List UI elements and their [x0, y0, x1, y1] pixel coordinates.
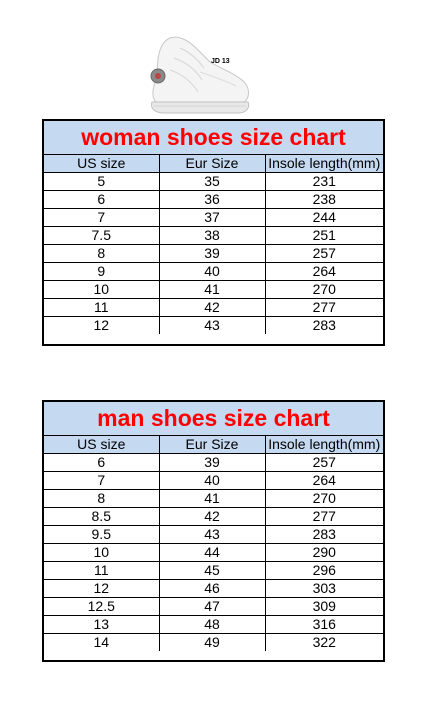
table-row: 8.5 42 277	[44, 507, 383, 526]
us-size-cell: 7.5	[44, 226, 160, 245]
eur-size-cell: 48	[158, 615, 266, 634]
man-size-table: US size Eur Size Insole length(mm) 6 39 25…	[44, 436, 383, 651]
eur-size-cell: 44	[158, 543, 266, 562]
insole-length-cell: 270	[264, 280, 383, 299]
table-row: 11 42 277	[44, 298, 383, 317]
us-size-cell: 11	[44, 561, 160, 580]
eur-size-cell: 45	[158, 561, 266, 580]
header-eur-size: Eur Size	[158, 155, 266, 173]
eur-size-cell: 37	[158, 208, 266, 227]
insole-length-cell: 309	[264, 597, 383, 616]
eur-size-cell: 39	[158, 453, 266, 472]
us-size-cell: 11	[44, 298, 160, 317]
eur-size-cell: 40	[158, 471, 266, 490]
us-size-cell: 14	[44, 633, 160, 651]
eur-size-cell: 36	[158, 190, 266, 209]
insole-length-cell: 244	[264, 208, 383, 227]
sneaker-icon	[150, 36, 250, 114]
us-size-cell: 9	[44, 262, 160, 281]
table-row: 5 35 231	[44, 172, 383, 191]
table-row: 12 43 283	[44, 316, 383, 334]
table-row: 10 41 270	[44, 280, 383, 299]
us-size-cell: 12	[44, 316, 160, 334]
header-insole-length: Insole length(mm)	[264, 155, 383, 173]
eur-size-cell: 35	[158, 172, 266, 191]
us-size-cell: 6	[44, 453, 160, 472]
table-row: 7 37 244	[44, 208, 383, 227]
table-row: 6 39 257	[44, 453, 383, 472]
table-header-row: US size Eur Size Insole length(mm)	[44, 436, 383, 454]
insole-length-cell: 290	[264, 543, 383, 562]
insole-length-cell: 257	[264, 244, 383, 263]
us-size-cell: 12	[44, 579, 160, 598]
insole-length-cell: 277	[264, 507, 383, 526]
table-row: 7 40 264	[44, 471, 383, 490]
us-size-cell: 8.5	[44, 507, 160, 526]
table-row: 9.5 43 283	[44, 525, 383, 544]
woman-chart-title: woman shoes size chart	[44, 121, 383, 155]
insole-length-cell: 231	[264, 172, 383, 191]
man-size-chart: man shoes size chart US size Eur Size In…	[42, 400, 385, 662]
woman-size-table: US size Eur Size Insole length(mm) 5 35 23…	[44, 155, 383, 334]
insole-length-cell: 296	[264, 561, 383, 580]
eur-size-cell: 42	[158, 298, 266, 317]
insole-length-cell: 257	[264, 453, 383, 472]
table-row: 11 45 296	[44, 561, 383, 580]
us-size-cell: 9.5	[44, 525, 160, 544]
us-size-cell: 10	[44, 280, 160, 299]
us-size-cell: 6	[44, 190, 160, 209]
insole-length-cell: 264	[264, 471, 383, 490]
eur-size-cell: 49	[158, 633, 266, 651]
table-row: 10 44 290	[44, 543, 383, 562]
table-row: 9 40 264	[44, 262, 383, 281]
insole-length-cell: 303	[264, 579, 383, 598]
insole-length-cell: 251	[264, 226, 383, 245]
shoe-product-image	[140, 28, 258, 116]
table-header-row: US size Eur Size Insole length(mm)	[44, 155, 383, 173]
shoe-model-label: JD 13	[211, 58, 230, 65]
insole-length-cell: 283	[264, 316, 383, 334]
eur-size-cell: 43	[158, 316, 266, 334]
us-size-cell: 10	[44, 543, 160, 562]
header-us-size: US size	[44, 155, 160, 173]
table-row: 6 36 238	[44, 190, 383, 209]
insole-length-cell: 238	[264, 190, 383, 209]
table-row: 8 39 257	[44, 244, 383, 263]
table-row: 7.5 38 251	[44, 226, 383, 245]
eur-size-cell: 42	[158, 507, 266, 526]
header-eur-size: Eur Size	[158, 436, 266, 454]
us-size-cell: 7	[44, 471, 160, 490]
us-size-cell: 13	[44, 615, 160, 634]
eur-size-cell: 43	[158, 525, 266, 544]
us-size-cell: 5	[44, 172, 160, 191]
insole-length-cell: 322	[264, 633, 383, 651]
table-row: 8 41 270	[44, 489, 383, 508]
insole-length-cell: 270	[264, 489, 383, 508]
eur-size-cell: 40	[158, 262, 266, 281]
us-size-cell: 12.5	[44, 597, 160, 616]
us-size-cell: 8	[44, 244, 160, 263]
insole-length-cell: 283	[264, 525, 383, 544]
insole-length-cell: 277	[264, 298, 383, 317]
eur-size-cell: 38	[158, 226, 266, 245]
header-us-size: US size	[44, 436, 160, 454]
eur-size-cell: 47	[158, 597, 266, 616]
header-insole-length: Insole length(mm)	[264, 436, 383, 454]
man-chart-title: man shoes size chart	[44, 402, 383, 436]
table-row: 14 49 322	[44, 633, 383, 651]
insole-length-cell: 316	[264, 615, 383, 634]
eur-size-cell: 41	[158, 280, 266, 299]
us-size-cell: 7	[44, 208, 160, 227]
insole-length-cell: 264	[264, 262, 383, 281]
eur-size-cell: 41	[158, 489, 266, 508]
eur-size-cell: 39	[158, 244, 266, 263]
us-size-cell: 8	[44, 489, 160, 508]
woman-size-chart: woman shoes size chart US size Eur Size …	[42, 119, 385, 346]
eur-size-cell: 46	[158, 579, 266, 598]
table-row: 12 46 303	[44, 579, 383, 598]
table-row: 12.5 47 309	[44, 597, 383, 616]
table-row: 13 48 316	[44, 615, 383, 634]
